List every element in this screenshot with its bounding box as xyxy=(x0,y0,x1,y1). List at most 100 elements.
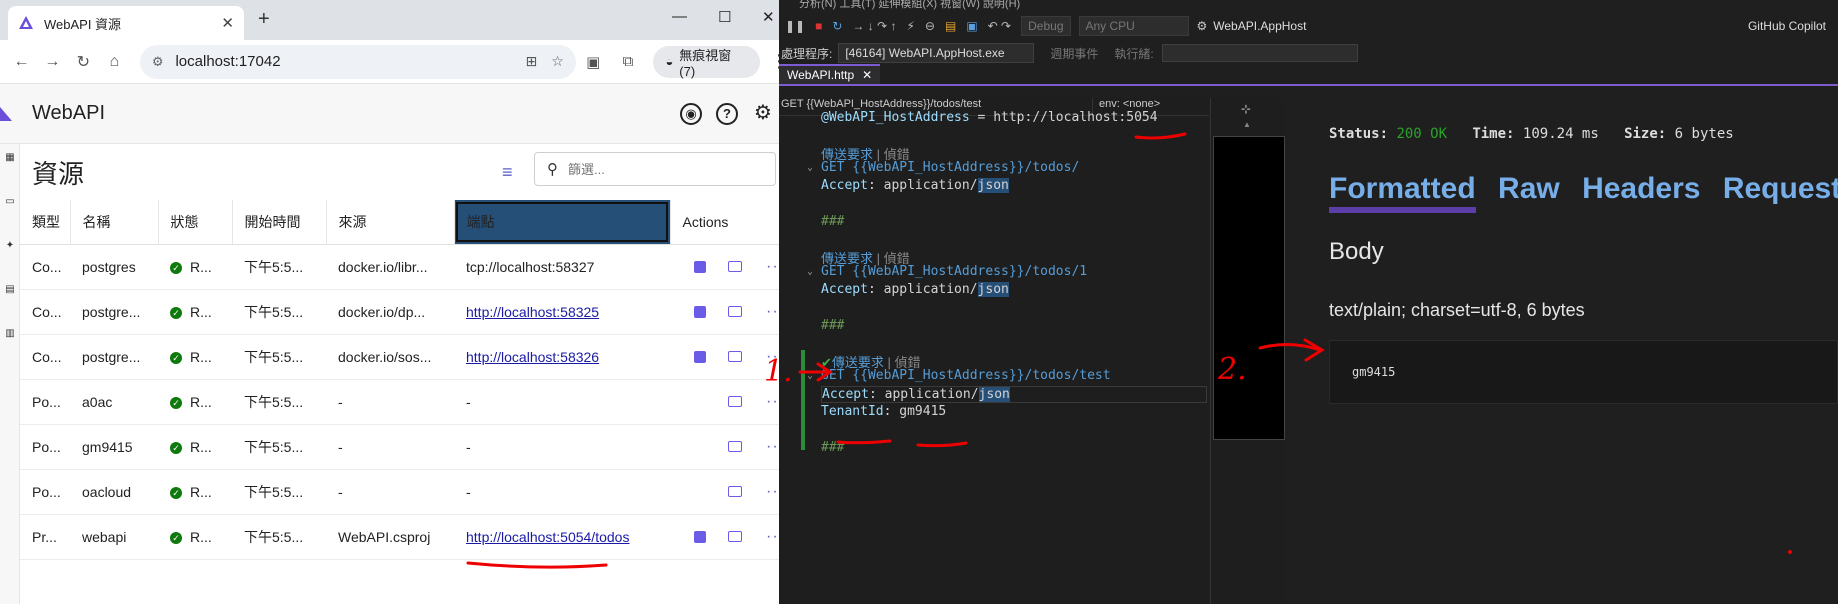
fold-icon[interactable]: ⌄ xyxy=(807,162,813,173)
site-info-icon[interactable]: ⚙ xyxy=(152,54,164,70)
column-header-type[interactable]: 類型 xyxy=(20,200,71,245)
table-row[interactable]: Co... postgres ✓ R... 下午5:5... docker.io/libr… xyxy=(20,244,794,290)
size-value: 6 bytes xyxy=(1674,126,1734,142)
home-icon[interactable]: ⌂ xyxy=(99,53,130,71)
column-header-start-time[interactable]: 開始時間 xyxy=(232,200,327,245)
column-header-source[interactable]: 來源 xyxy=(326,200,455,245)
address-bar[interactable]: ⚙ localhost:17042 ⊞ ☆ xyxy=(139,44,576,79)
github-copilot-button[interactable]: GitHub Copilot xyxy=(1748,19,1826,33)
tab-headers[interactable]: Headers xyxy=(1582,172,1700,205)
settings-gear-icon[interactable]: ⚙ xyxy=(752,103,774,125)
tab-formatted[interactable]: Formatted xyxy=(1329,172,1476,213)
console-logs-icon[interactable] xyxy=(728,531,742,543)
stop-resource-icon[interactable] xyxy=(694,305,706,318)
incognito-indicator[interactable]: ◒ 無痕視窗 (7) xyxy=(653,45,760,79)
nav-traces-icon[interactable]: ▤ xyxy=(0,284,20,295)
lifecycle-events-button[interactable]: 週期事件 xyxy=(1050,45,1098,62)
filter-icon[interactable]: ≡ xyxy=(502,162,513,183)
nav-back-icon[interactable]: ⊖ xyxy=(925,19,935,33)
endpoint-link[interactable]: http://localhost:58325 xyxy=(466,304,599,320)
nav-metrics-icon[interactable]: ▥ xyxy=(0,328,20,339)
startup-project-dropdown[interactable]: WebAPI.AppHost xyxy=(1213,19,1306,33)
code-line-tenant: TenantId: gm9415 xyxy=(821,404,947,419)
console-logs-icon[interactable] xyxy=(728,351,742,363)
stop-icon[interactable]: ■ xyxy=(815,19,822,33)
cell-endpoint[interactable]: http://localhost:58325 xyxy=(454,289,670,335)
hot-reload-icon[interactable]: ⚡ xyxy=(906,19,914,33)
scroll-up-icon[interactable]: ▲ xyxy=(1243,120,1251,129)
nav-console-icon[interactable]: ▭ xyxy=(0,196,20,207)
nav-structured-icon[interactable]: ✦ xyxy=(0,240,20,251)
minimize-icon[interactable]: — xyxy=(672,8,687,25)
process-dropdown[interactable]: [46164] WebAPI.AppHost.exe xyxy=(838,43,1035,63)
filter-input[interactable] xyxy=(568,161,748,177)
console-logs-icon[interactable] xyxy=(728,306,742,318)
cell-actions: ··· xyxy=(670,424,794,470)
browser-tab[interactable]: WebAPI 資源 ✕ xyxy=(8,6,244,40)
tab-request[interactable]: Request xyxy=(1723,172,1838,205)
cell-source: WebAPI.csproj xyxy=(326,514,454,560)
filter-search-box[interactable]: ⚲ xyxy=(534,152,776,186)
close-window-icon[interactable]: ✕ xyxy=(762,8,775,26)
endpoint-link[interactable]: http://localhost:5054/todos xyxy=(466,529,629,545)
fold-icon[interactable]: ⌄ xyxy=(807,370,813,381)
cell-type: Co... xyxy=(20,289,70,335)
time-value: 109.24 ms xyxy=(1522,126,1599,142)
maximize-icon[interactable]: ☐ xyxy=(718,8,731,26)
endpoint-link[interactable]: http://localhost:58326 xyxy=(466,349,599,365)
column-header-name[interactable]: 名稱 xyxy=(70,200,159,245)
config-dropdown[interactable]: Debug xyxy=(1021,16,1071,36)
console-logs-icon[interactable] xyxy=(728,396,742,408)
cell-actions: ··· xyxy=(670,469,794,515)
back-icon[interactable]: ← xyxy=(6,53,37,71)
reload-icon[interactable]: ↻ xyxy=(68,52,99,72)
translate-extension-icon[interactable]: ▣ xyxy=(576,53,611,71)
vs-menu-bar[interactable]: 分析(N) 工具(T) 延伸模組(X) 視窗(W) 說明(H) xyxy=(779,0,1838,12)
stop-resource-icon[interactable] xyxy=(694,350,706,363)
tab-raw[interactable]: Raw xyxy=(1498,172,1560,205)
platform-dropdown[interactable]: Any CPU xyxy=(1078,16,1189,36)
undo-redo-icons[interactable]: ↶ ↷ xyxy=(988,19,1011,33)
editor-minimap[interactable]: ⊹ ▲ xyxy=(1210,98,1285,604)
translate-icon[interactable]: ⊞ xyxy=(526,53,538,70)
save-icon[interactable]: ▣ xyxy=(966,19,977,33)
stop-resource-icon[interactable] xyxy=(694,530,706,543)
column-header-endpoints[interactable]: 端點 xyxy=(454,200,671,245)
step-icons[interactable]: → ↓ ↷ ↑ xyxy=(852,19,896,33)
table-row[interactable]: Co... postgre... ✓ R... 下午5:5... docker.io/dp… xyxy=(20,289,794,335)
table-row[interactable]: Po... gm9415 ✓ R... 下午5:5... - - ··· xyxy=(20,424,794,470)
table-row[interactable]: Po... a0ac ✓ R... 下午5:5... - - ··· xyxy=(20,379,794,425)
close-doc-icon[interactable]: ✕ xyxy=(862,68,872,82)
nav-resources-icon[interactable]: ▦ xyxy=(0,152,20,163)
close-tab-icon[interactable]: ✕ xyxy=(221,14,234,32)
open-file-icon[interactable]: ▤ xyxy=(945,19,956,33)
pause-icon[interactable]: ❚❚ xyxy=(785,19,805,33)
column-header-state[interactable]: 狀態 xyxy=(158,200,233,245)
doc-tab-webapi-http[interactable]: WebAPI.http ✕ xyxy=(779,64,881,84)
table-row[interactable]: Pr... webapi ✓ R... 下午5:5... WebAPI.csproj htt… xyxy=(20,514,794,560)
cell-endpoint[interactable]: http://localhost:58326 xyxy=(454,334,670,380)
restart-icon[interactable]: ↻ xyxy=(832,19,842,33)
forward-icon[interactable]: → xyxy=(37,53,68,71)
fold-icon[interactable]: ⌄ xyxy=(807,266,813,277)
console-logs-icon[interactable] xyxy=(728,486,742,498)
console-logs-icon[interactable] xyxy=(728,441,742,453)
vs-toolbar: ❚❚ ■ ↻ → ↓ ↷ ↑ ⚡ ⊖ ▤ ▣ ↶ ↷ Debug Any CPU… xyxy=(779,12,1838,40)
cell-endpoint[interactable]: http://localhost:5054/todos xyxy=(454,514,670,560)
cell-actions: ··· xyxy=(670,289,794,335)
new-tab-icon[interactable]: + xyxy=(258,8,270,31)
split-icon[interactable]: ⊹ xyxy=(1241,102,1251,116)
extensions-icon[interactable]: ⧉ xyxy=(611,53,646,70)
help-icon[interactable]: ? xyxy=(716,102,738,125)
console-logs-icon[interactable] xyxy=(728,261,742,273)
table-row[interactable]: Co... postgre... ✓ R... 下午5:5... docker.io/so… xyxy=(20,334,794,380)
table-row[interactable]: Po... oacloud ✓ R... 下午5:5... - - ··· xyxy=(20,469,794,515)
minimap-thumb[interactable] xyxy=(1213,136,1285,440)
thread-dropdown[interactable] xyxy=(1161,44,1358,62)
http-editor[interactable]: GET {{WebAPI_HostAddress}}/todos/test en… xyxy=(779,98,1209,604)
tab-title: WebAPI 資源 xyxy=(44,16,122,32)
cell-state: ✓ R... xyxy=(158,424,232,470)
bookmark-star-icon[interactable]: ☆ xyxy=(551,53,564,70)
github-icon[interactable]: ◉ xyxy=(680,102,702,125)
stop-resource-icon[interactable] xyxy=(694,260,706,273)
